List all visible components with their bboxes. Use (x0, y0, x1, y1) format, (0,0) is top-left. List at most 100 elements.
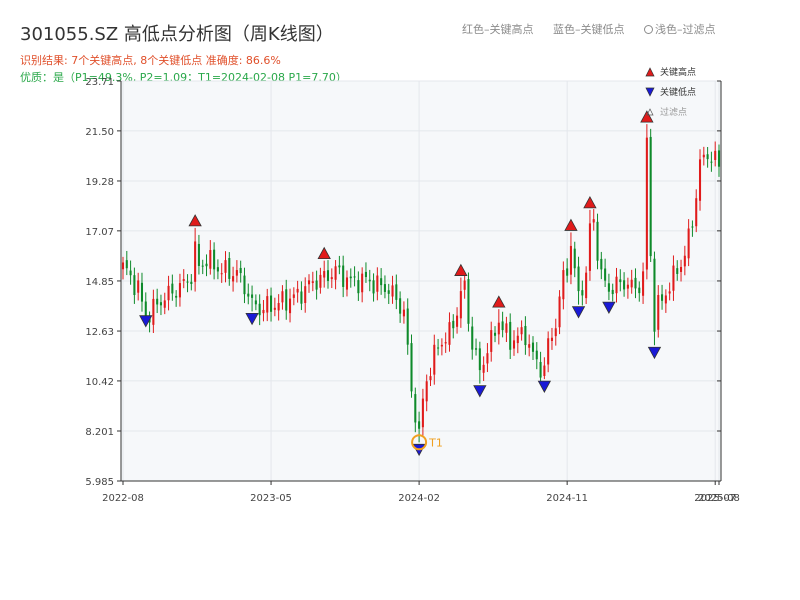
candle-body (201, 265, 204, 267)
candle-body (463, 280, 466, 290)
candle (653, 251, 656, 346)
candle-body (459, 291, 462, 319)
candle-body (702, 154, 705, 158)
candle-body (414, 394, 417, 423)
y-tick-label: 17.07 (85, 227, 114, 238)
candle-body (577, 266, 580, 292)
candle-body (683, 255, 686, 267)
candle-body (573, 248, 576, 269)
candle-body (645, 137, 648, 270)
candle-body (717, 150, 721, 167)
candle-body (554, 328, 557, 337)
candle-body (216, 267, 219, 272)
candle-body (531, 342, 535, 352)
candle-body (361, 273, 364, 293)
candle-body (326, 270, 330, 281)
candle-body (687, 228, 690, 259)
candle-body (611, 289, 614, 295)
candle-body (213, 249, 216, 270)
candle-body (418, 421, 421, 429)
candle-body (209, 250, 212, 269)
candle-body (125, 260, 128, 269)
candle-body (528, 344, 531, 348)
candle-body (288, 298, 292, 314)
candle-body (680, 266, 683, 272)
candle-body (475, 348, 478, 350)
candle-body (509, 321, 512, 350)
candle-body (638, 287, 641, 294)
candle-body (550, 337, 554, 341)
candle-body (543, 365, 546, 376)
candle-body (714, 150, 717, 160)
candle-body (372, 280, 375, 294)
candle-body (642, 271, 645, 296)
candle-body (520, 327, 523, 335)
candle-body (607, 283, 610, 292)
candle-body (232, 276, 235, 282)
candle-body (239, 267, 242, 274)
candle-body (296, 288, 299, 293)
candle-body (376, 275, 379, 292)
candle-body (273, 307, 276, 310)
candle-body (368, 279, 371, 282)
candle-body (182, 279, 185, 281)
candle-body (486, 353, 489, 364)
candle-body (235, 270, 238, 276)
candle-body (524, 325, 527, 346)
candle-body (592, 219, 595, 223)
candle (645, 124, 648, 280)
candle-body (596, 221, 599, 261)
candle-body (562, 270, 565, 300)
candle-body (342, 265, 345, 287)
candle-body (619, 279, 622, 283)
candle (467, 272, 470, 332)
candle-body (425, 381, 428, 402)
candle-body (380, 278, 383, 286)
x-tick-label: 2023-05 (250, 493, 292, 504)
candle-body (452, 320, 455, 329)
candle-body (311, 281, 314, 283)
candle-body (315, 280, 318, 290)
y-tick-label: 21.50 (85, 127, 114, 138)
candle-body (391, 285, 394, 297)
candle-body (137, 280, 140, 293)
candle-body (224, 260, 227, 273)
y-tick-label: 10.42 (85, 377, 114, 388)
candle-body (444, 342, 447, 344)
candle-body (535, 350, 538, 360)
candle-body (171, 283, 174, 294)
candlestick-chart: T1 5.985 8.201 10.42 12.63 14.85 17.07 19.28 21… (85, 66, 740, 504)
candle-body (410, 343, 413, 392)
y-tick-label: 14.85 (85, 277, 114, 288)
candle-body (395, 284, 398, 300)
candle-body (695, 198, 698, 227)
legend-low-label: 关键低点 (660, 86, 696, 98)
candle-body (467, 279, 470, 324)
candle-body (349, 276, 352, 279)
candle-body (456, 315, 459, 327)
candle-body (623, 280, 626, 290)
candle-body (566, 268, 569, 276)
candle-body (205, 263, 208, 267)
candle-body (501, 321, 504, 331)
candle-body (691, 226, 694, 228)
candle-body (653, 258, 656, 332)
candle-body (402, 309, 405, 317)
candle-body (338, 265, 341, 268)
candle-body (254, 300, 257, 305)
candle-body (672, 265, 675, 291)
candle-body (429, 376, 432, 381)
candle-body (159, 302, 162, 306)
candle-body (421, 398, 424, 428)
x-tick-label: 2022-08 (102, 493, 144, 504)
candle-body (440, 344, 443, 347)
candle-body (505, 323, 508, 333)
candle-body (490, 330, 493, 352)
candle-body (307, 280, 311, 285)
candle-body (539, 361, 542, 378)
candle-body (437, 347, 440, 349)
candle-body (190, 281, 193, 284)
candle-body (152, 298, 155, 325)
candle (410, 334, 413, 398)
candle-body (512, 340, 516, 349)
